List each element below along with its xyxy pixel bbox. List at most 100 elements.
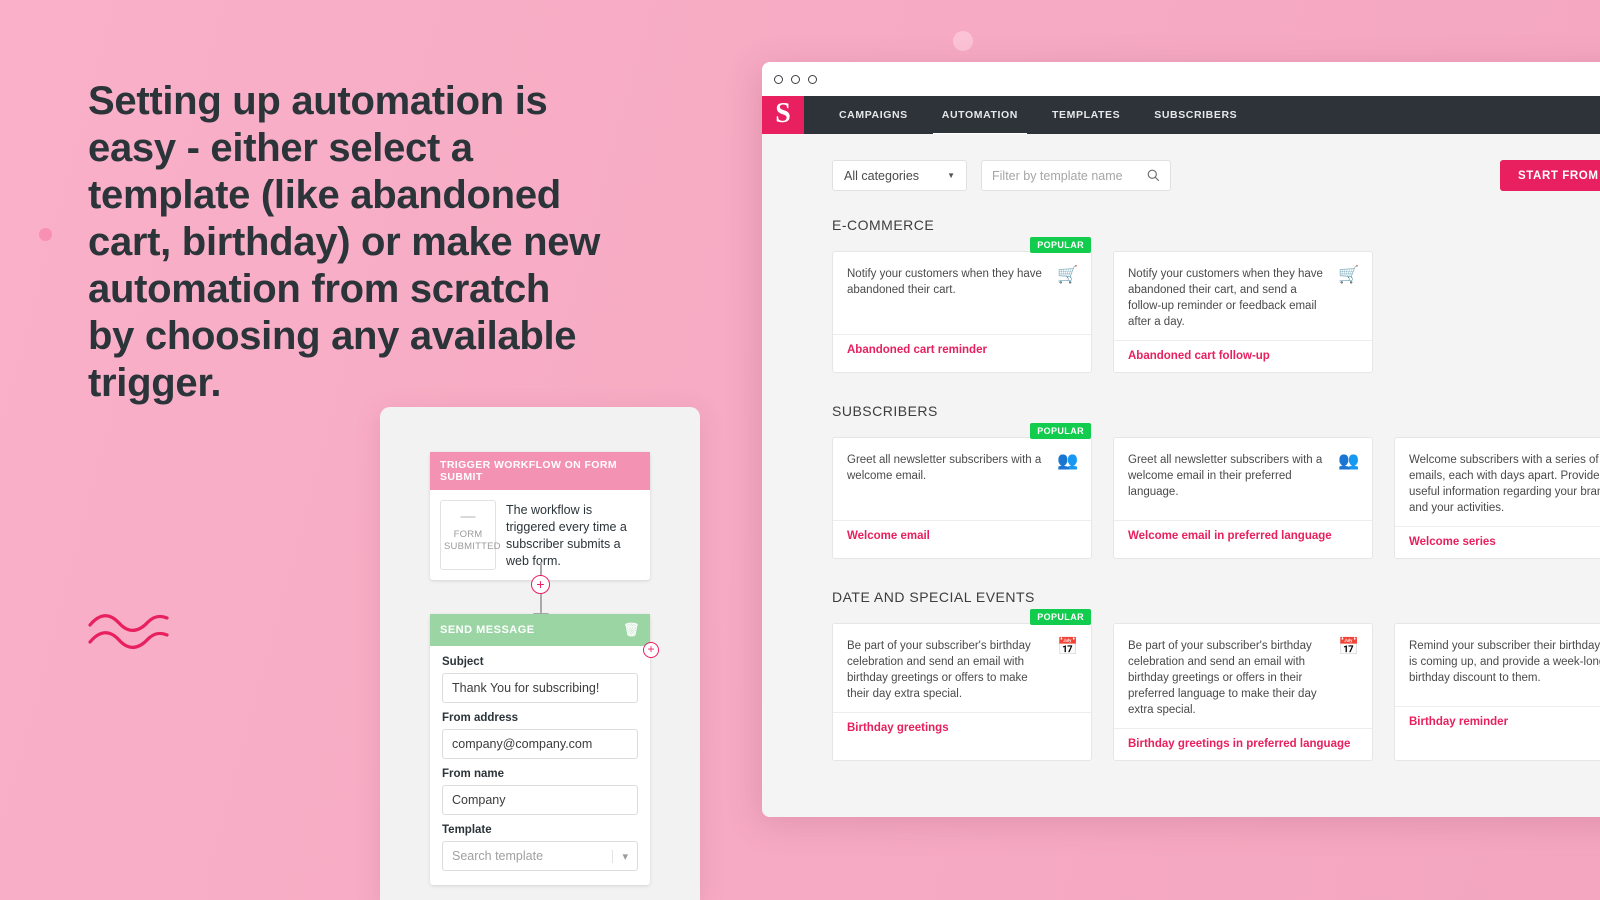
card-title[interactable]: Abandoned cart reminder: [833, 334, 1091, 366]
card-description: Notify your customers when they have aba…: [1128, 268, 1323, 328]
from-address-input[interactable]: company@company.com: [442, 729, 638, 759]
window-close-icon[interactable]: [774, 74, 783, 84]
status-badge: POPULAR: [1030, 609, 1091, 625]
trigger-card-header: TRIGGER WORKFLOW ON FORM SUBMIT: [430, 452, 650, 490]
decorative-dot-left: [39, 228, 52, 241]
tab-templates[interactable]: TEMPLATES: [1035, 96, 1137, 134]
headline-line-5: automation from scratch: [88, 267, 551, 311]
section-date-and-special-events: DATE AND SPECIAL EVENTS POPULAR Be part …: [762, 589, 1600, 761]
send-message-header: SEND MESSAGE 🗑: [430, 614, 650, 646]
form-submitted-icon-box: ⎯⎯ FORM SUBMITTED: [440, 500, 501, 570]
card-title[interactable]: Welcome email: [833, 520, 1091, 552]
card-body: Be part of your subscriber's birthday ce…: [833, 624, 1091, 712]
window-maximize-icon[interactable]: [808, 74, 817, 84]
template-card[interactable]: Welcome subscribers with a series of ema…: [1394, 437, 1600, 559]
slide-canvas: Setting up automation is easy - either s…: [0, 0, 1600, 900]
shopping-basket-icon: 🛒: [1057, 265, 1079, 284]
shopping-basket-icon: 🛒: [1338, 265, 1360, 284]
add-step-button[interactable]: +: [531, 575, 550, 594]
form-icon-caption: FORM SUBMITTED: [444, 529, 501, 552]
add-branch-button[interactable]: +: [643, 642, 659, 658]
card-description: Remind your subscriber their birthday is…: [1409, 640, 1600, 684]
headline-line-3: template (like abandoned: [88, 173, 561, 217]
template-card[interactable]: POPULAR Greet all newsletter subscribers…: [832, 423, 1092, 559]
tab-automation[interactable]: AUTOMATION: [925, 96, 1035, 136]
section-subscribers: SUBSCRIBERS POPULAR Greet all newsletter…: [762, 403, 1600, 559]
card-title[interactable]: Birthday greetings in preferred language: [1114, 728, 1372, 760]
headline-line-1: Setting up automation is: [88, 79, 548, 123]
category-select[interactable]: All categories ▼: [832, 160, 967, 191]
chevron-down-icon: ▾: [612, 849, 628, 863]
card-body: Greet all newsletter subscribers with a …: [833, 438, 1091, 520]
section-title: E-COMMERCE: [832, 217, 935, 233]
card-title[interactable]: Birthday greetings: [833, 712, 1091, 744]
template-select[interactable]: Search template ▾: [442, 841, 638, 871]
card-row: POPULAR Greet all newsletter subscribers…: [832, 423, 1600, 559]
decorative-wave-icon: [88, 614, 169, 649]
template-card[interactable]: POPULAR Notify your customers when they …: [832, 237, 1092, 373]
card-title[interactable]: Welcome series: [1395, 526, 1600, 558]
card-description: Greet all newsletter subscribers with a …: [847, 454, 1042, 482]
send-message-card[interactable]: SEND MESSAGE 🗑 Subject Thank You for sub…: [430, 614, 650, 885]
template-card[interactable]: Greet all newsletter subscribers with a …: [1113, 437, 1373, 559]
browser-titlebar: [762, 62, 1600, 96]
trash-icon[interactable]: 🗑: [623, 622, 640, 638]
search-placeholder: Filter by template name: [992, 168, 1123, 183]
from-name-input[interactable]: Company: [442, 785, 638, 815]
template-card[interactable]: Notify your customers when they have aba…: [1113, 251, 1373, 373]
nav-tab-list: CAMPAIGNS AUTOMATION TEMPLATES SUBSCRIBE…: [804, 96, 1254, 136]
headline-line-2: easy - either select a: [88, 126, 473, 170]
from-name-label: From name: [442, 768, 504, 780]
app-navbar: S CAMPAIGNS AUTOMATION TEMPLATES SUBSCRI…: [762, 96, 1600, 136]
browser-window: S CAMPAIGNS AUTOMATION TEMPLATES SUBSCRI…: [762, 62, 1600, 817]
card-title[interactable]: Birthday reminder: [1395, 706, 1600, 738]
app-logo[interactable]: S: [762, 96, 804, 134]
card-title[interactable]: Welcome email in preferred language: [1114, 520, 1372, 552]
search-icon: [1147, 169, 1160, 182]
status-badge: POPULAR: [1030, 237, 1091, 253]
tab-campaigns[interactable]: CAMPAIGNS: [822, 96, 925, 134]
templates-toolbar: All categories ▼ Filter by template name…: [762, 160, 1600, 191]
card-description: Notify your customers when they have aba…: [847, 268, 1042, 296]
window-minimize-icon[interactable]: [791, 74, 800, 84]
card-body: Remind your subscriber their birthday is…: [1395, 624, 1600, 706]
template-label: Template: [442, 824, 492, 836]
workflow-trigger-card[interactable]: TRIGGER WORKFLOW ON FORM SUBMIT ⎯⎯ FORM …: [430, 452, 650, 580]
headline-line-6: by choosing any available: [88, 314, 577, 358]
card-description: Greet all newsletter subscribers with a …: [1128, 454, 1323, 498]
card-description: Be part of your subscriber's birthday ce…: [1128, 640, 1317, 716]
headline-line-4: cart, birthday) or make new: [88, 220, 601, 264]
tab-subscribers[interactable]: SUBSCRIBERS: [1137, 96, 1254, 134]
section-title: DATE AND SPECIAL EVENTS: [832, 589, 1035, 605]
section-title: SUBSCRIBERS: [832, 403, 938, 419]
card-body: Notify your customers when they have aba…: [833, 252, 1091, 334]
people-icon: 👥: [1057, 451, 1079, 470]
chevron-down-icon: ▼: [947, 171, 955, 180]
card-description: Be part of your subscriber's birthday ce…: [847, 640, 1031, 700]
card-body: Be part of your subscriber's birthday ce…: [1114, 624, 1372, 728]
trigger-description: The workflow is triggered every time a s…: [506, 503, 627, 568]
card-row: POPULAR Be part of your subscriber's bir…: [832, 609, 1600, 761]
card-title[interactable]: Abandoned cart follow-up: [1114, 340, 1372, 372]
template-card[interactable]: Remind your subscriber their birthday is…: [1394, 623, 1600, 761]
calendar-icon: 📅: [1057, 637, 1079, 656]
start-from-scratch-button[interactable]: START FROM SCRATCH: [1500, 160, 1600, 191]
card-body: Notify your customers when they have aba…: [1114, 252, 1372, 340]
send-message-form: Subject Thank You for subscribing! From …: [430, 646, 650, 885]
template-card[interactable]: POPULAR Be part of your subscriber's bir…: [832, 609, 1092, 761]
template-select-value: Search template: [452, 849, 544, 863]
app-content: All categories ▼ Filter by template name…: [762, 134, 1600, 817]
headline-line-7: trigger.: [88, 361, 222, 405]
form-icon: ⎯⎯: [460, 508, 476, 525]
search-input[interactable]: Filter by template name: [981, 160, 1171, 191]
card-row: POPULAR Notify your customers when they …: [832, 237, 1600, 373]
calendar-icon: 📅: [1338, 637, 1360, 656]
template-card[interactable]: Be part of your subscriber's birthday ce…: [1113, 623, 1373, 761]
category-select-value: All categories: [844, 168, 920, 183]
card-body: Welcome subscribers with a series of ema…: [1395, 438, 1600, 526]
subject-input[interactable]: Thank You for subscribing!: [442, 673, 638, 703]
people-icon: 👥: [1338, 451, 1360, 470]
send-message-title: SEND MESSAGE: [440, 624, 535, 636]
status-badge: POPULAR: [1030, 423, 1091, 439]
section-e-commerce: E-COMMERCE POPULAR Notify your customers…: [762, 217, 1600, 373]
